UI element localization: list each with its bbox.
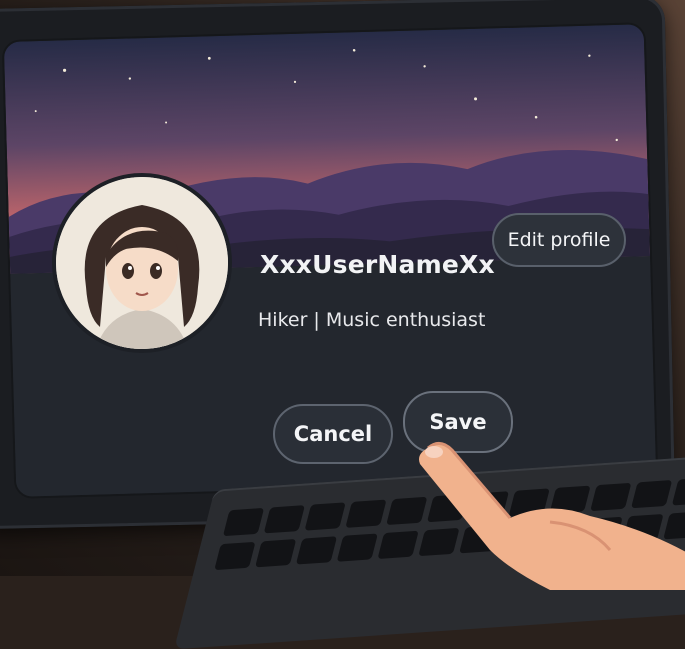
pointing-hand-icon: [400, 430, 685, 590]
profile-username: XxxUserNameXx: [260, 250, 495, 279]
avatar-icon[interactable]: [52, 173, 232, 353]
edit-profile-button[interactable]: Edit profile: [492, 213, 626, 267]
cancel-button[interactable]: Cancel: [273, 404, 393, 464]
profile-bio: Hiker | Music enthusiast: [258, 309, 486, 331]
